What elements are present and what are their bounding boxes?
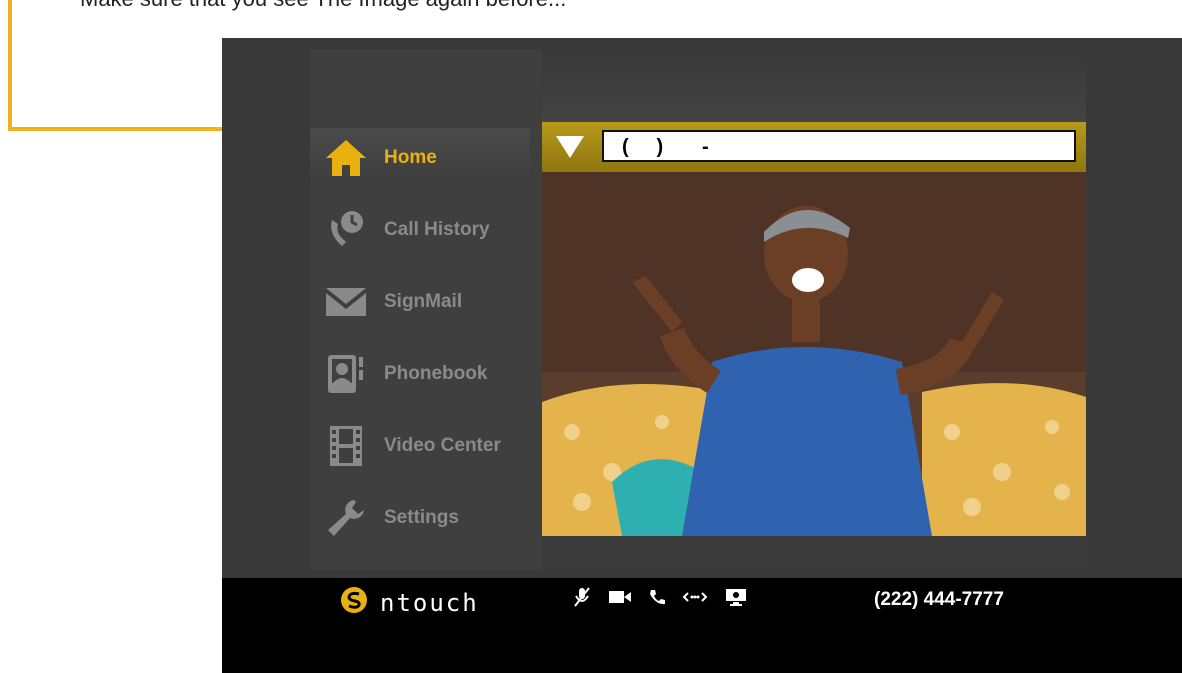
sorenson-logo-icon	[340, 586, 368, 619]
network-icon[interactable]	[682, 590, 708, 604]
sidebar-item-label: Phonebook	[384, 363, 488, 384]
bottom-band	[542, 536, 1086, 570]
dial-bar: ( ) -	[542, 122, 1086, 172]
phone-format-mask: ( ) -	[622, 136, 709, 158]
sidebar-item-settings[interactable]: Settings	[310, 488, 530, 548]
own-phone-number: (222) 444-7777	[874, 589, 1004, 610]
video-preview	[542, 172, 1086, 536]
film-icon	[322, 422, 370, 470]
sidebar-item-label: SignMail	[384, 291, 463, 312]
sidebar-nav: Home Call History SignMail Phonebook Vid…	[310, 50, 542, 570]
status-bar: ntouch (222) 444-7777	[222, 578, 1182, 673]
home-icon	[322, 134, 370, 182]
call-history-icon	[322, 206, 370, 254]
brand: ntouch	[340, 586, 479, 619]
brand-name: ntouch	[380, 588, 479, 617]
sidebar-item-label: Settings	[384, 507, 459, 528]
phonebook-icon	[322, 350, 370, 398]
ntouch-app-window: Home Call History SignMail Phonebook Vid…	[222, 38, 1182, 673]
sidebar-item-label: Home	[384, 147, 437, 168]
remote-display-icon[interactable]	[724, 587, 748, 607]
top-band	[542, 50, 1086, 122]
wrench-icon	[322, 494, 370, 542]
phone-icon[interactable]	[648, 588, 666, 606]
sidebar-item-phonebook[interactable]: Phonebook	[310, 344, 530, 404]
video-preview-image	[542, 172, 1086, 536]
main-panel: ( ) -	[542, 50, 1086, 570]
sidebar-item-home[interactable]: Home	[310, 128, 530, 188]
dial-toggle-button[interactable]	[556, 136, 584, 158]
mic-muted-icon[interactable]	[572, 586, 592, 608]
video-camera-icon[interactable]	[608, 589, 632, 605]
sidebar-item-call-history[interactable]: Call History	[310, 200, 530, 260]
status-icons	[572, 586, 748, 608]
sidebar-item-label: Call History	[384, 219, 490, 240]
sidebar-item-video-center[interactable]: Video Center	[310, 416, 530, 476]
envelope-icon	[322, 278, 370, 326]
sidebar-item-label: Video Center	[384, 435, 501, 456]
sidebar-item-signmail[interactable]: SignMail	[310, 272, 530, 332]
